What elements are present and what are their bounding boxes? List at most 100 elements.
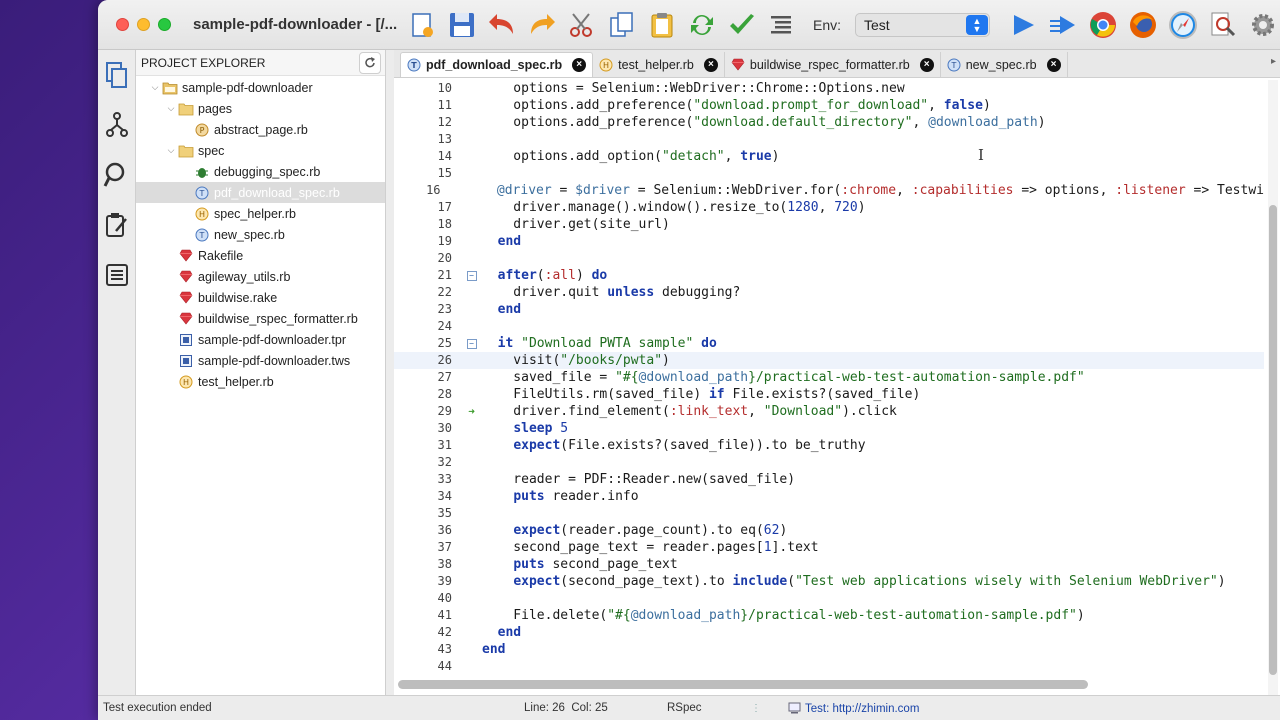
tree-item[interactable]: Htest_helper.rb bbox=[136, 371, 385, 392]
close-tab-icon[interactable]: × bbox=[703, 57, 718, 72]
redo-button[interactable] bbox=[525, 8, 559, 42]
editor-tab[interactable]: Htest_helper.rb × bbox=[593, 52, 725, 77]
paste-button[interactable] bbox=[645, 8, 679, 42]
editor-tab[interactable]: Tnew_spec.rb × bbox=[941, 52, 1068, 77]
chevron-down-icon[interactable]: ⌵ bbox=[148, 82, 162, 93]
git-view-button[interactable] bbox=[98, 100, 136, 150]
code-line[interactable]: 22 driver.quit unless debugging? bbox=[394, 284, 1264, 301]
editor-tab[interactable]: Tpdf_download_spec.rb × bbox=[400, 52, 594, 77]
tree-item[interactable]: sample-pdf-downloader.tpr bbox=[136, 329, 385, 350]
code-line[interactable]: 10 options = Selenium::WebDriver::Chrome… bbox=[394, 80, 1264, 97]
copy-button[interactable] bbox=[605, 8, 639, 42]
save-button[interactable] bbox=[445, 8, 479, 42]
gutter-marker bbox=[464, 505, 479, 522]
target-server[interactable]: Test: http://zhimin.com bbox=[788, 702, 919, 715]
horizontal-scroll-thumb[interactable] bbox=[398, 680, 1088, 689]
tree-item[interactable]: Pabstract_page.rb bbox=[136, 119, 385, 140]
tree-item[interactable]: agileway_utils.rb bbox=[136, 266, 385, 287]
refresh-button[interactable] bbox=[685, 8, 719, 42]
tree-item[interactable]: Hspec_helper.rb bbox=[136, 203, 385, 224]
new-file-button[interactable] bbox=[405, 8, 439, 42]
settings-button[interactable] bbox=[1246, 8, 1280, 42]
code-line[interactable]: 29 ➜ driver.find_element(:link_text, "Dow… bbox=[394, 403, 1264, 420]
run-arrow-icon[interactable]: ➜ bbox=[468, 403, 475, 420]
code-line[interactable]: 30 sleep 5 bbox=[394, 420, 1264, 437]
run-button[interactable] bbox=[1006, 8, 1040, 42]
vertical-scroll-thumb[interactable] bbox=[1269, 205, 1277, 675]
code-line[interactable]: 42 end bbox=[394, 624, 1264, 641]
close-tab-icon[interactable]: × bbox=[919, 57, 934, 72]
format-button[interactable] bbox=[765, 8, 799, 42]
code-line[interactable]: 25 − it "Download PWTA sample" do bbox=[394, 335, 1264, 352]
code-line[interactable]: 43 end bbox=[394, 641, 1264, 658]
code-line[interactable]: 16 @driver = $driver = Selenium::WebDriv… bbox=[394, 182, 1264, 199]
tree-item[interactable]: Tnew_spec.rb bbox=[136, 224, 385, 245]
tree-item[interactable]: buildwise.rake bbox=[136, 287, 385, 308]
code-line[interactable]: 18 driver.get(site_url) bbox=[394, 216, 1264, 233]
code-line[interactable]: 24 bbox=[394, 318, 1264, 335]
validate-button[interactable] bbox=[725, 8, 759, 42]
tree-item[interactable]: Tpdf_download_spec.rb bbox=[136, 182, 385, 203]
tree-item[interactable]: sample-pdf-downloader.tws bbox=[136, 350, 385, 371]
code-line[interactable]: 11 options.add_preference("download.prom… bbox=[394, 97, 1264, 114]
vertical-scrollbar[interactable] bbox=[1268, 80, 1278, 695]
code-line[interactable]: 33 reader = PDF::Reader.new(saved_file) bbox=[394, 471, 1264, 488]
fold-toggle-icon[interactable]: − bbox=[466, 338, 477, 349]
chevron-down-icon[interactable]: ⌵ bbox=[164, 103, 178, 114]
code-line[interactable]: 19 end bbox=[394, 233, 1264, 250]
close-tab-icon[interactable]: × bbox=[1046, 57, 1061, 72]
code-line[interactable]: 27 saved_file = "#{@download_path}/pract… bbox=[394, 369, 1264, 386]
chrome-browser-button[interactable] bbox=[1086, 8, 1120, 42]
code-line[interactable]: 14 options.add_option("detach", true) bbox=[394, 148, 1264, 165]
minimize-window-button[interactable] bbox=[137, 18, 150, 31]
code-line[interactable]: 26 visit("/books/pwta") bbox=[394, 352, 1264, 369]
line-number: 39 bbox=[437, 574, 452, 588]
inspect-button[interactable] bbox=[1206, 8, 1240, 42]
safari-browser-button[interactable] bbox=[1166, 8, 1200, 42]
cut-button[interactable] bbox=[565, 8, 599, 42]
code-line[interactable]: 44 bbox=[394, 658, 1264, 675]
code-line[interactable]: 39 expect(second_page_text).to include("… bbox=[394, 573, 1264, 590]
editor-tab[interactable]: buildwise_rspec_formatter.rb × bbox=[725, 52, 941, 77]
firefox-browser-button[interactable] bbox=[1126, 8, 1160, 42]
code-line[interactable]: 17 driver.manage().window().resize_to(12… bbox=[394, 199, 1264, 216]
code-line[interactable]: 40 bbox=[394, 590, 1264, 607]
code-editor[interactable]: 10 options = Selenium::WebDriver::Chrome… bbox=[394, 80, 1264, 680]
gutter-marker bbox=[464, 301, 479, 318]
explorer-view-button[interactable] bbox=[98, 50, 136, 100]
code-line[interactable]: 38 puts second_page_text bbox=[394, 556, 1264, 573]
code-line[interactable]: 34 puts reader.info bbox=[394, 488, 1264, 505]
code-line[interactable]: 23 end bbox=[394, 301, 1264, 318]
tree-item[interactable]: buildwise_rspec_formatter.rb bbox=[136, 308, 385, 329]
chevron-down-icon[interactable]: ⌵ bbox=[164, 145, 178, 156]
env-select[interactable]: Test ▲ ▼ bbox=[855, 12, 990, 37]
code-line[interactable]: 31 expect(File.exists?(saved_file)).to b… bbox=[394, 437, 1264, 454]
code-line[interactable]: 41 File.delete("#{@download_path}/practi… bbox=[394, 607, 1264, 624]
code-line[interactable]: 12 options.add_preference("download.defa… bbox=[394, 114, 1264, 131]
code-line[interactable]: 28 FileUtils.rm(saved_file) if File.exis… bbox=[394, 386, 1264, 403]
zoom-window-button[interactable] bbox=[158, 18, 171, 31]
code-line[interactable]: 35 bbox=[394, 505, 1264, 522]
run-all-button[interactable] bbox=[1046, 8, 1080, 42]
test-view-button[interactable] bbox=[98, 200, 136, 250]
code-line[interactable]: 13 bbox=[394, 131, 1264, 148]
tree-item[interactable]: debugging_spec.rb bbox=[136, 161, 385, 182]
fold-toggle-icon[interactable]: − bbox=[466, 270, 477, 281]
tree-item[interactable]: ⌵ pages bbox=[136, 98, 385, 119]
notes-view-button[interactable] bbox=[98, 250, 136, 300]
tree-item[interactable]: ⌵ sample-pdf-downloader bbox=[136, 77, 385, 98]
search-view-button[interactable] bbox=[98, 150, 136, 200]
code-line[interactable]: 15 bbox=[394, 165, 1264, 182]
code-line[interactable]: 21 − after(:all) do bbox=[394, 267, 1264, 284]
code-line[interactable]: 36 expect(reader.page_count).to eq(62) bbox=[394, 522, 1264, 539]
tree-item[interactable]: Rakefile bbox=[136, 245, 385, 266]
tree-item[interactable]: ⌵ spec bbox=[136, 140, 385, 161]
tab-overflow-icon[interactable]: ▸ bbox=[1271, 56, 1276, 67]
explorer-refresh-button[interactable] bbox=[359, 51, 381, 74]
close-tab-icon[interactable]: × bbox=[572, 58, 587, 72]
close-window-button[interactable] bbox=[116, 18, 129, 31]
code-line[interactable]: 32 bbox=[394, 454, 1264, 471]
undo-button[interactable] bbox=[485, 8, 519, 42]
code-line[interactable]: 37 second_page_text = reader.pages[1].te… bbox=[394, 539, 1264, 556]
code-line[interactable]: 20 bbox=[394, 250, 1264, 267]
